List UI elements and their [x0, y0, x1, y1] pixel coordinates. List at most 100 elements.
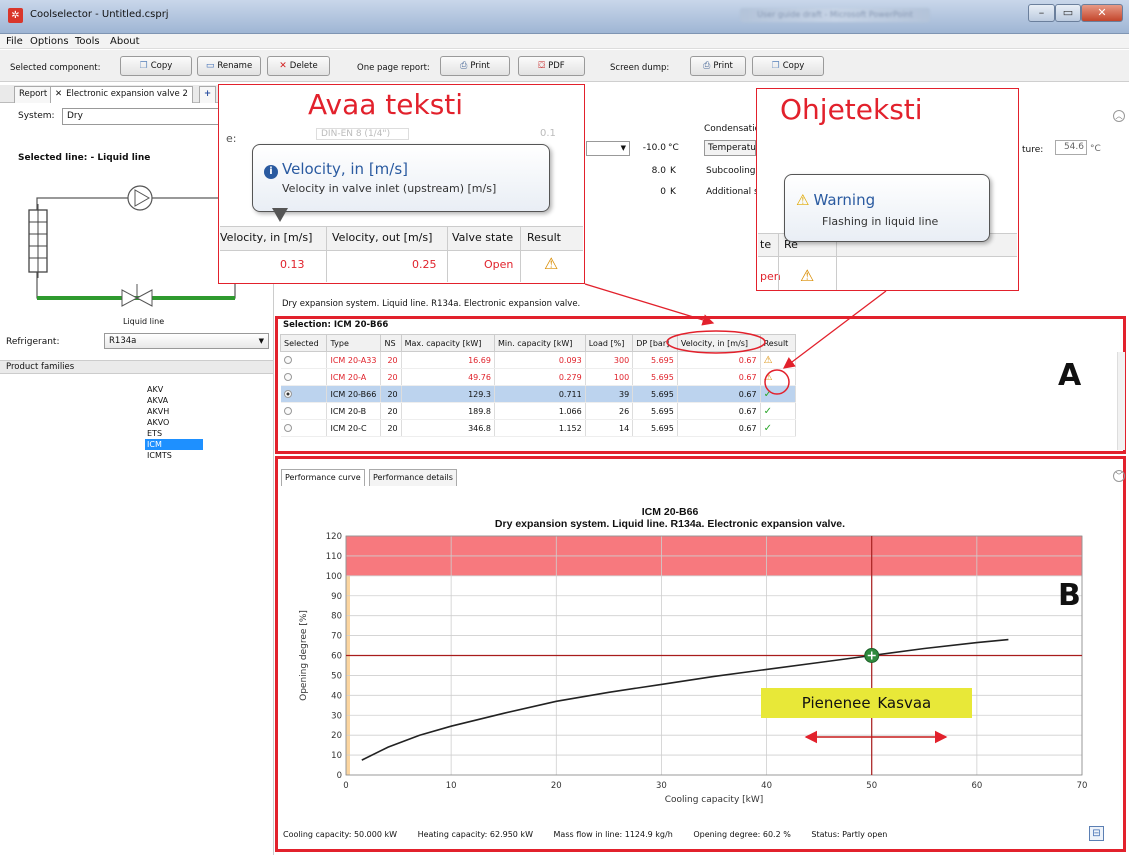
- close-tab-icon[interactable]: ✕: [55, 89, 62, 99]
- warning-icon: ⚠: [796, 191, 810, 209]
- performance-chart[interactable]: 0 10 20 30 40 50 60 70 80 90 100 110 120 0 10 20 30 40 50 6…: [278, 520, 1098, 820]
- y-tick-label: 80: [331, 612, 342, 622]
- printer-icon: ⎙: [460, 61, 468, 71]
- tab-electronic-expansion-valve[interactable]: ✕ Electronic expansion valve 2: [50, 86, 193, 103]
- table-row[interactable]: ICM 20-B66 20 129.3 0.711 39 5.695 0.67 …: [280, 385, 797, 403]
- menu-about[interactable]: About: [110, 36, 140, 47]
- y-tick-label: 100: [326, 572, 342, 582]
- status-opening: Opening degree: 60.2 %: [693, 830, 791, 839]
- warning-icon[interactable]: ⚠: [764, 372, 773, 383]
- evaporating-value[interactable]: -10.0: [636, 143, 666, 153]
- collapse-icon[interactable]: ︿: [1113, 110, 1125, 122]
- add-tab-button[interactable]: +: [199, 86, 217, 103]
- rename-button[interactable]: ▭ Rename: [197, 56, 261, 76]
- zoom-col-valve-state: Valve state: [452, 231, 514, 244]
- product-families-header: Product families: [0, 360, 273, 374]
- velocity-tooltip-title: i Velocity, in [m/s]: [264, 160, 408, 179]
- row-radio[interactable]: [283, 373, 292, 381]
- checkmark-icon: ✓: [763, 422, 772, 434]
- print-screen-button[interactable]: ⎙ Print: [690, 56, 746, 76]
- col-selected[interactable]: Selected: [279, 334, 328, 352]
- pdf-icon: ⛋: [538, 61, 546, 71]
- copy-icon: ❐: [771, 61, 780, 71]
- pdf-button[interactable]: ⛋ PDF: [518, 56, 585, 76]
- col-type[interactable]: Type: [326, 334, 382, 352]
- family-akva[interactable]: AKVA: [145, 395, 203, 406]
- callout-title-right: Ohjeteksti: [780, 93, 923, 126]
- status-bar: Cooling capacity: 50.000 kW Heating capa…: [283, 830, 905, 839]
- copy-button[interactable]: ❐ Copy: [120, 56, 192, 76]
- family-akvh[interactable]: AKVH: [145, 406, 203, 417]
- menu-file[interactable]: File: [6, 36, 23, 47]
- selected-component-label: Selected component:: [10, 63, 101, 73]
- maximize-button[interactable]: ▭: [1055, 4, 1081, 22]
- collapse-icon[interactable]: ﹀: [1113, 470, 1125, 482]
- system-select[interactable]: Dry: [62, 108, 222, 125]
- connection-select: DIN-EN 8 (1/4"): [316, 128, 410, 140]
- superheat-value[interactable]: 8.0: [636, 166, 666, 176]
- y-tick-label: 10: [331, 751, 342, 761]
- zoom-valve-state-value: Open: [484, 258, 514, 271]
- subcooling-label: Subcooling:: [706, 166, 759, 176]
- row-radio[interactable]: [283, 356, 292, 364]
- subcooling-value[interactable]: 0: [636, 187, 666, 197]
- row-radio[interactable]: [283, 390, 292, 398]
- chart-title: ICM 20-B66: [641, 506, 699, 518]
- table-row[interactable]: ICM 20-A33 20 16.69 0.093 300 5.695 0.67…: [280, 351, 797, 369]
- col-result[interactable]: Result: [759, 334, 797, 352]
- zoom-table: Velocity, in [m/s] Velocity, out [m/s] V…: [220, 226, 583, 282]
- x-tick-label: 0: [343, 781, 348, 791]
- tab-report[interactable]: Report: [14, 86, 53, 103]
- print-report-button[interactable]: ⎙ Print: [440, 56, 510, 76]
- col-ns[interactable]: NS: [380, 334, 402, 352]
- system-label: System:: [18, 111, 55, 121]
- y-tick-label: 120: [326, 532, 342, 542]
- table-scrollbar[interactable]: [1117, 352, 1125, 450]
- copy-screen-button[interactable]: ❐ Copy: [752, 56, 824, 76]
- family-icm[interactable]: ICM: [145, 439, 203, 450]
- x-tick-label: 40: [761, 781, 772, 791]
- col-load[interactable]: Load [%]: [584, 334, 634, 352]
- temperature-label: ture:: [1022, 145, 1044, 155]
- close-button[interactable]: ✕: [1081, 4, 1123, 22]
- col-velocity-in[interactable]: Velocity, in [m/s]: [676, 334, 761, 352]
- one-page-report-label: One page report:: [357, 63, 430, 73]
- zoom-col-result: Result: [527, 231, 561, 244]
- col-dp[interactable]: DP [bar]: [632, 334, 678, 352]
- warning-icon[interactable]: ⚠: [764, 355, 773, 366]
- table-row[interactable]: ICM 20-C 20 346.8 1.152 14 5.695 0.67 ✓: [280, 419, 797, 437]
- refrigerant-select[interactable]: R134a ▼: [104, 333, 269, 349]
- family-akvo[interactable]: AKVO: [145, 417, 203, 428]
- status-heating: Heating capacity: 62.950 kW: [417, 830, 533, 839]
- row-radio[interactable]: [283, 407, 292, 415]
- subcooling-unit: K: [670, 187, 676, 197]
- title-bar: [0, 0, 1129, 34]
- y-tick-label: 60: [331, 652, 342, 662]
- status-massflow: Mass flow in line: 1124.9 kg/h: [553, 830, 673, 839]
- connection-label: e:: [226, 132, 237, 145]
- row-radio[interactable]: [283, 424, 292, 432]
- family-akv[interactable]: AKV: [145, 384, 203, 395]
- delete-button[interactable]: ✕ Delete: [267, 56, 330, 76]
- table-row[interactable]: ICM 20-A 20 49.76 0.279 100 5.695 0.67 ⚠: [280, 368, 797, 386]
- tab-performance-details[interactable]: Performance details: [369, 469, 457, 486]
- tab-performance-curve[interactable]: Performance curve: [281, 469, 365, 486]
- col-min-capacity[interactable]: Min. capacity [kW]: [493, 334, 586, 352]
- menu-bar: [0, 34, 1129, 49]
- evaporating-dropdown[interactable]: ▼: [586, 141, 630, 156]
- direction-annotation: Pienenee Kasvaa: [761, 688, 972, 718]
- save-icon[interactable]: ⊟: [1089, 826, 1104, 841]
- menu-options[interactable]: Options: [30, 36, 69, 47]
- x-tick-label: 20: [551, 781, 562, 791]
- zoom-col-velocity-in: Velocity, in [m/s]: [220, 231, 313, 244]
- col-max-capacity[interactable]: Max. capacity [kW]: [400, 334, 495, 352]
- blurred-window-title: User guide draft - Microsoft PowerPoint: [740, 8, 930, 22]
- family-icmts[interactable]: ICMTS: [145, 450, 203, 461]
- temperature-button[interactable]: Temperature: [704, 140, 756, 156]
- temperature-value[interactable]: 54.6: [1055, 140, 1087, 155]
- table-row[interactable]: ICM 20-B 20 189.8 1.066 26 5.695 0.67 ✓: [280, 402, 797, 420]
- menu-tools[interactable]: Tools: [75, 36, 100, 47]
- minimize-button[interactable]: –: [1028, 4, 1055, 22]
- family-ets[interactable]: ETS: [145, 428, 203, 439]
- annotation-letter-b: B: [1058, 578, 1081, 613]
